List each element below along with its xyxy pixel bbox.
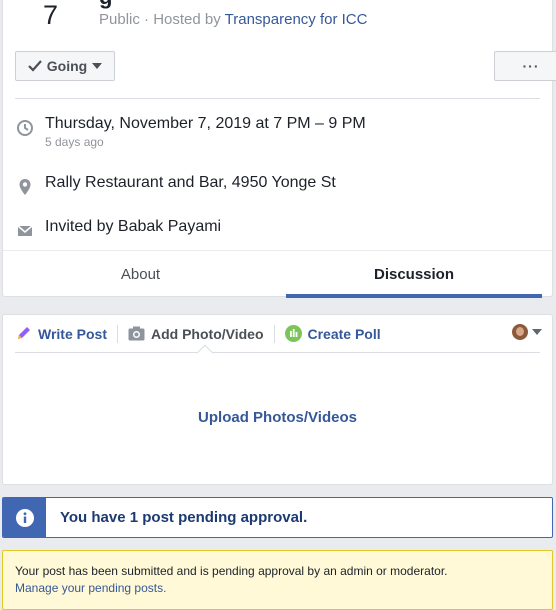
tab-discussion[interactable]: Discussion — [286, 251, 542, 298]
moderation-note-text: Your post has been submitted and is pend… — [15, 564, 448, 578]
pending-approval-notice[interactable]: You have 1 post pending approval. — [2, 497, 553, 538]
going-label: Going — [46, 58, 88, 74]
post-composer: Write Post Add Photo/Video Create Poll U… — [2, 314, 553, 485]
camera-icon — [128, 326, 145, 341]
event-tabs: About Discussion — [3, 250, 552, 298]
event-invite-row: Invited by Babak Payami — [15, 218, 221, 241]
clock-icon — [17, 120, 33, 136]
event-time-row: Thursday, November 7, 2019 at 7 PM – 9 P… — [15, 115, 366, 149]
write-post-label: Write Post — [38, 325, 107, 342]
avatar — [512, 324, 528, 340]
pending-message-text: You have 1 post pending approval. — [60, 509, 308, 526]
moderation-note: Your post has been submitted and is pend… — [2, 550, 553, 610]
poll-icon — [284, 325, 302, 342]
manage-pending-posts-link[interactable]: Manage your pending posts. — [15, 580, 540, 597]
event-location-row: Rally Restaurant and Bar, 4950 Yonge St — [15, 174, 336, 197]
privacy-label: Public — [99, 11, 140, 28]
event-title-fragment: g — [99, 0, 112, 10]
more-options-button[interactable]: ··· — [494, 51, 556, 81]
pencil-icon — [18, 327, 30, 339]
upload-photos-videos-link[interactable]: Upload Photos/Videos — [3, 409, 552, 426]
tab-about[interactable]: About — [3, 251, 278, 298]
host-link[interactable]: Transparency for ICC — [225, 11, 368, 28]
event-date-number: 7 — [43, 0, 59, 30]
event-host-line: Public · Hosted by Transparency for ICC — [99, 11, 367, 28]
pending-message: You have 1 post pending approval. — [46, 498, 307, 537]
write-post-button[interactable]: Write Post — [15, 315, 117, 353]
event-relative-time: 5 days ago — [45, 135, 104, 149]
event-datetime: Thursday, November 7, 2019 at 7 PM – 9 P… — [45, 115, 366, 132]
location-pin-icon — [19, 179, 31, 195]
event-location[interactable]: Rally Restaurant and Bar, 4950 Yonge St — [45, 174, 336, 192]
envelope-icon — [17, 225, 33, 236]
add-photo-video-button[interactable]: Add Photo/Video — [118, 315, 274, 353]
check-icon — [28, 60, 42, 72]
add-photo-label: Add Photo/Video — [150, 325, 264, 342]
chevron-down-icon — [532, 329, 542, 335]
post-as-selector[interactable] — [512, 324, 542, 340]
active-tab-indicator — [286, 294, 542, 298]
hosted-prefix: · Hosted by — [144, 11, 221, 28]
going-button[interactable]: Going — [15, 51, 115, 81]
notice-icon-box — [3, 498, 46, 537]
event-header-card: 7 g Public · Hosted by Transparency for … — [2, 0, 556, 298]
create-poll-button[interactable]: Create Poll — [275, 315, 391, 353]
chevron-down-icon — [92, 63, 103, 69]
composer-toolbar: Write Post Add Photo/Video Create Poll — [15, 315, 540, 353]
invited-by[interactable]: Invited by Babak Payami — [45, 218, 221, 236]
info-icon — [15, 508, 34, 527]
header-divider — [15, 98, 540, 99]
more-icon: ··· — [522, 58, 540, 74]
create-poll-label: Create Poll — [307, 325, 381, 342]
